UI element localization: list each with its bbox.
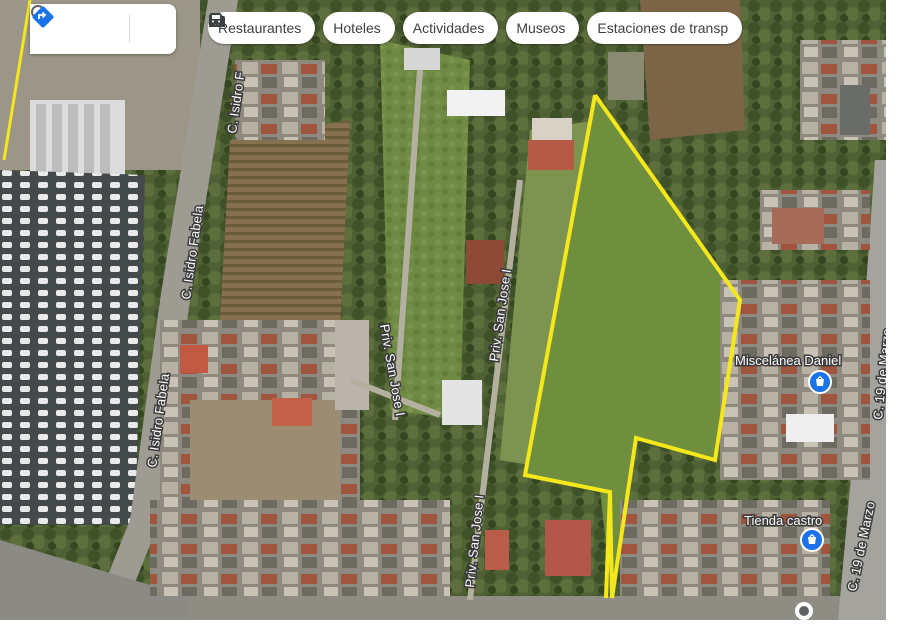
location-marker-icon[interactable] (795, 602, 813, 620)
search-button[interactable] (31, 5, 125, 47)
train-icon (209, 13, 223, 28)
chip-museums[interactable]: Museos (209, 12, 580, 44)
satellite-map[interactable]: C. Isidro F C. Isidro Fabela C. Isidro F… (0, 0, 886, 620)
chip-label: Restaurantes (218, 20, 302, 36)
poi-label-miscelanea-daniel[interactable]: Miscelánea Daniel (734, 352, 843, 370)
poi-label-tienda-castro[interactable]: Tienda castro (743, 512, 824, 530)
chip-activities[interactable]: Actividades (209, 12, 499, 44)
map-imagery: C. Isidro F C. Isidro Fabela C. Isidro F… (0, 0, 886, 620)
chip-label: Museos (516, 20, 566, 36)
store-pin-icon[interactable] (808, 370, 832, 394)
chip-hotels[interactable]: Hoteles (209, 12, 395, 44)
search-box[interactable] (30, 4, 176, 56)
chip-transit[interactable]: Estaciones de transp (209, 12, 743, 44)
directions-icon (32, 6, 54, 28)
directions-button[interactable] (32, 6, 170, 47)
category-chips: Restaurantes Hoteles Actividades Museos … (208, 12, 886, 46)
search-divider (129, 15, 130, 43)
chip-label: Hoteles (333, 20, 381, 36)
chip-label: Estaciones de transp (597, 20, 729, 36)
chip-label: Actividades (412, 20, 485, 36)
store-pin-icon[interactable] (800, 528, 824, 552)
